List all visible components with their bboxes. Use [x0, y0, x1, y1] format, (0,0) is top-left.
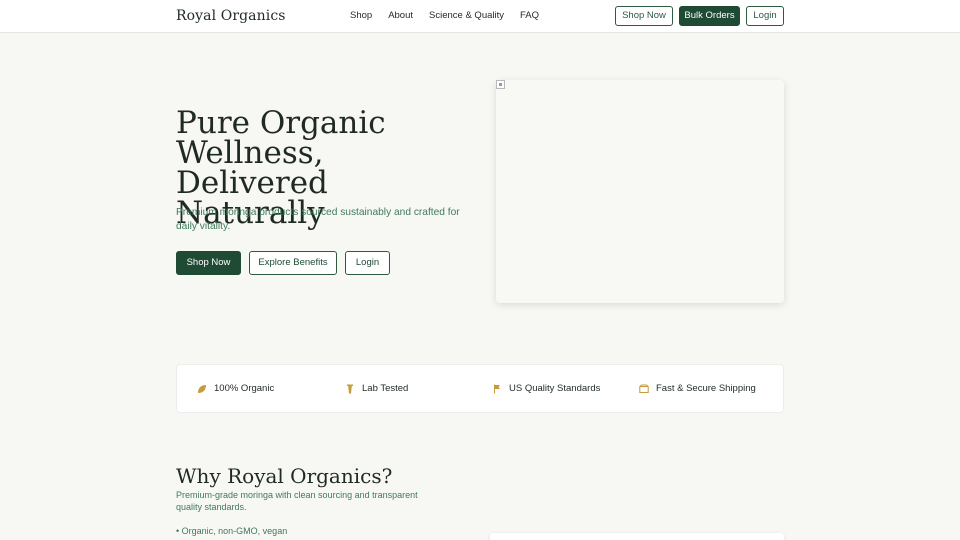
- hero-subtitle: Premium moringa products sourced sustain…: [176, 207, 460, 232]
- feature-label: US Quality Standards: [509, 383, 601, 394]
- site-header: Royal Organics Shop About Science & Qual…: [0, 0, 960, 33]
- nav-about[interactable]: About: [388, 10, 413, 21]
- feature-lab-tested: Lab Tested: [345, 383, 408, 394]
- header-login-button[interactable]: Login: [746, 6, 784, 26]
- feature-label: Fast & Secure Shipping: [656, 383, 756, 394]
- brand-logo[interactable]: Royal Organics: [176, 8, 286, 24]
- package-icon: [639, 384, 649, 393]
- flag-icon: [494, 384, 500, 393]
- why-bullet-item: • Organic, non-GMO, vegan: [176, 526, 288, 536]
- header-shop-now-button[interactable]: Shop Now: [615, 6, 673, 26]
- why-title: Why Royal Organics?: [176, 464, 393, 488]
- feature-shipping: Fast & Secure Shipping: [639, 383, 756, 394]
- why-card: [490, 533, 784, 540]
- leaf-icon: [198, 384, 206, 393]
- feature-label: Lab Tested: [362, 383, 409, 394]
- feature-us-quality: US Quality Standards: [492, 383, 600, 394]
- feature-label: 100% Organic: [214, 383, 275, 394]
- nav-science-quality[interactable]: Science & Quality: [429, 10, 504, 21]
- feature-organic: 100% Organic: [197, 383, 274, 394]
- test-tube-icon: [347, 384, 353, 393]
- main-nav: Shop About Science & Quality FAQ: [350, 10, 555, 21]
- why-subtitle: Premium-grade moringa with clean sourcin…: [176, 490, 418, 512]
- hero-login-button[interactable]: Login: [345, 251, 390, 275]
- nav-faq[interactable]: FAQ: [520, 10, 539, 21]
- hero-shop-now-button[interactable]: Shop Now: [176, 251, 241, 275]
- nav-shop[interactable]: Shop: [350, 10, 372, 21]
- explore-benefits-button[interactable]: Explore Benefits: [249, 251, 337, 275]
- header-bulk-orders-button[interactable]: Bulk Orders: [679, 6, 740, 26]
- broken-image-icon: [496, 80, 505, 89]
- features-strip: 100% Organic Lab Tested US Quality Stand…: [176, 364, 784, 413]
- hero-image-card: [496, 80, 784, 303]
